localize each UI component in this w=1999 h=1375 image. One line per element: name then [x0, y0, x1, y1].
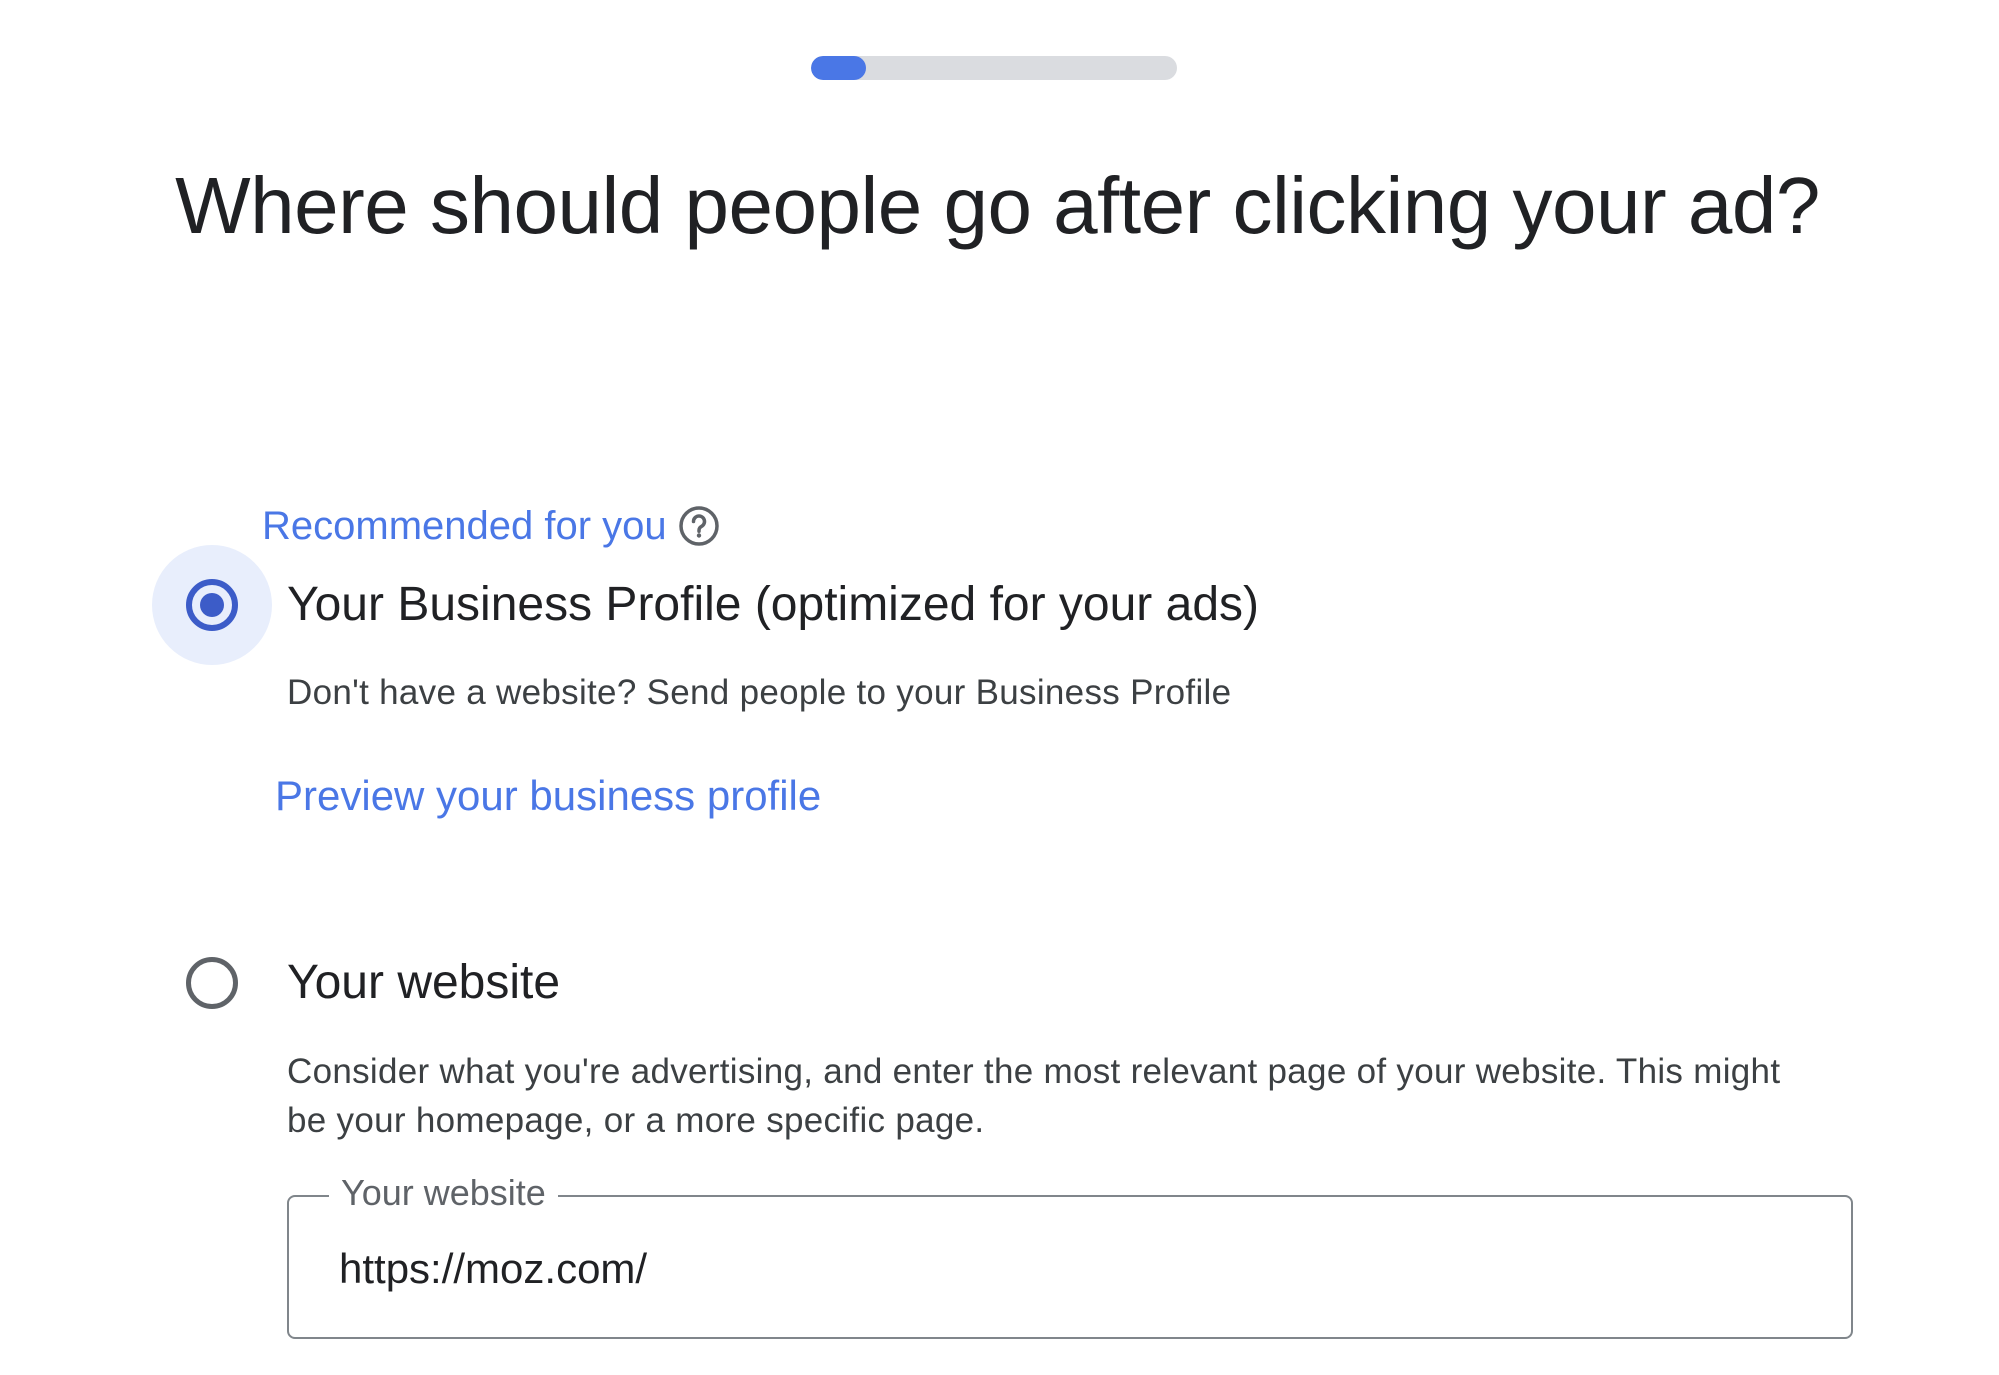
website-field[interactable]: Your website	[287, 1169, 1853, 1339]
progress-bar-fill	[811, 56, 866, 80]
website-option-description: Consider what you're advertising, and en…	[287, 1052, 1781, 1140]
website-option-title[interactable]: Your website	[287, 953, 560, 1013]
business-profile-option-title[interactable]: Your Business Profile (optimized for you…	[287, 575, 1259, 635]
help-circle-icon[interactable]	[677, 504, 721, 548]
business-profile-option-description: Don't have a website? Send people to you…	[287, 673, 1232, 712]
recommended-label-text: Recommended for you	[262, 503, 667, 548]
website-radio[interactable]	[186, 957, 238, 1009]
website-field-label: Your website	[329, 1169, 558, 1217]
preview-business-profile-link[interactable]: Preview your business profile	[275, 768, 821, 824]
recommended-label: Recommended for you	[262, 498, 721, 554]
website-input[interactable]	[339, 1241, 1799, 1297]
page-title: Where should people go after clicking yo…	[175, 161, 1820, 250]
progress-bar	[811, 56, 1177, 80]
business-profile-radio[interactable]	[186, 579, 238, 631]
